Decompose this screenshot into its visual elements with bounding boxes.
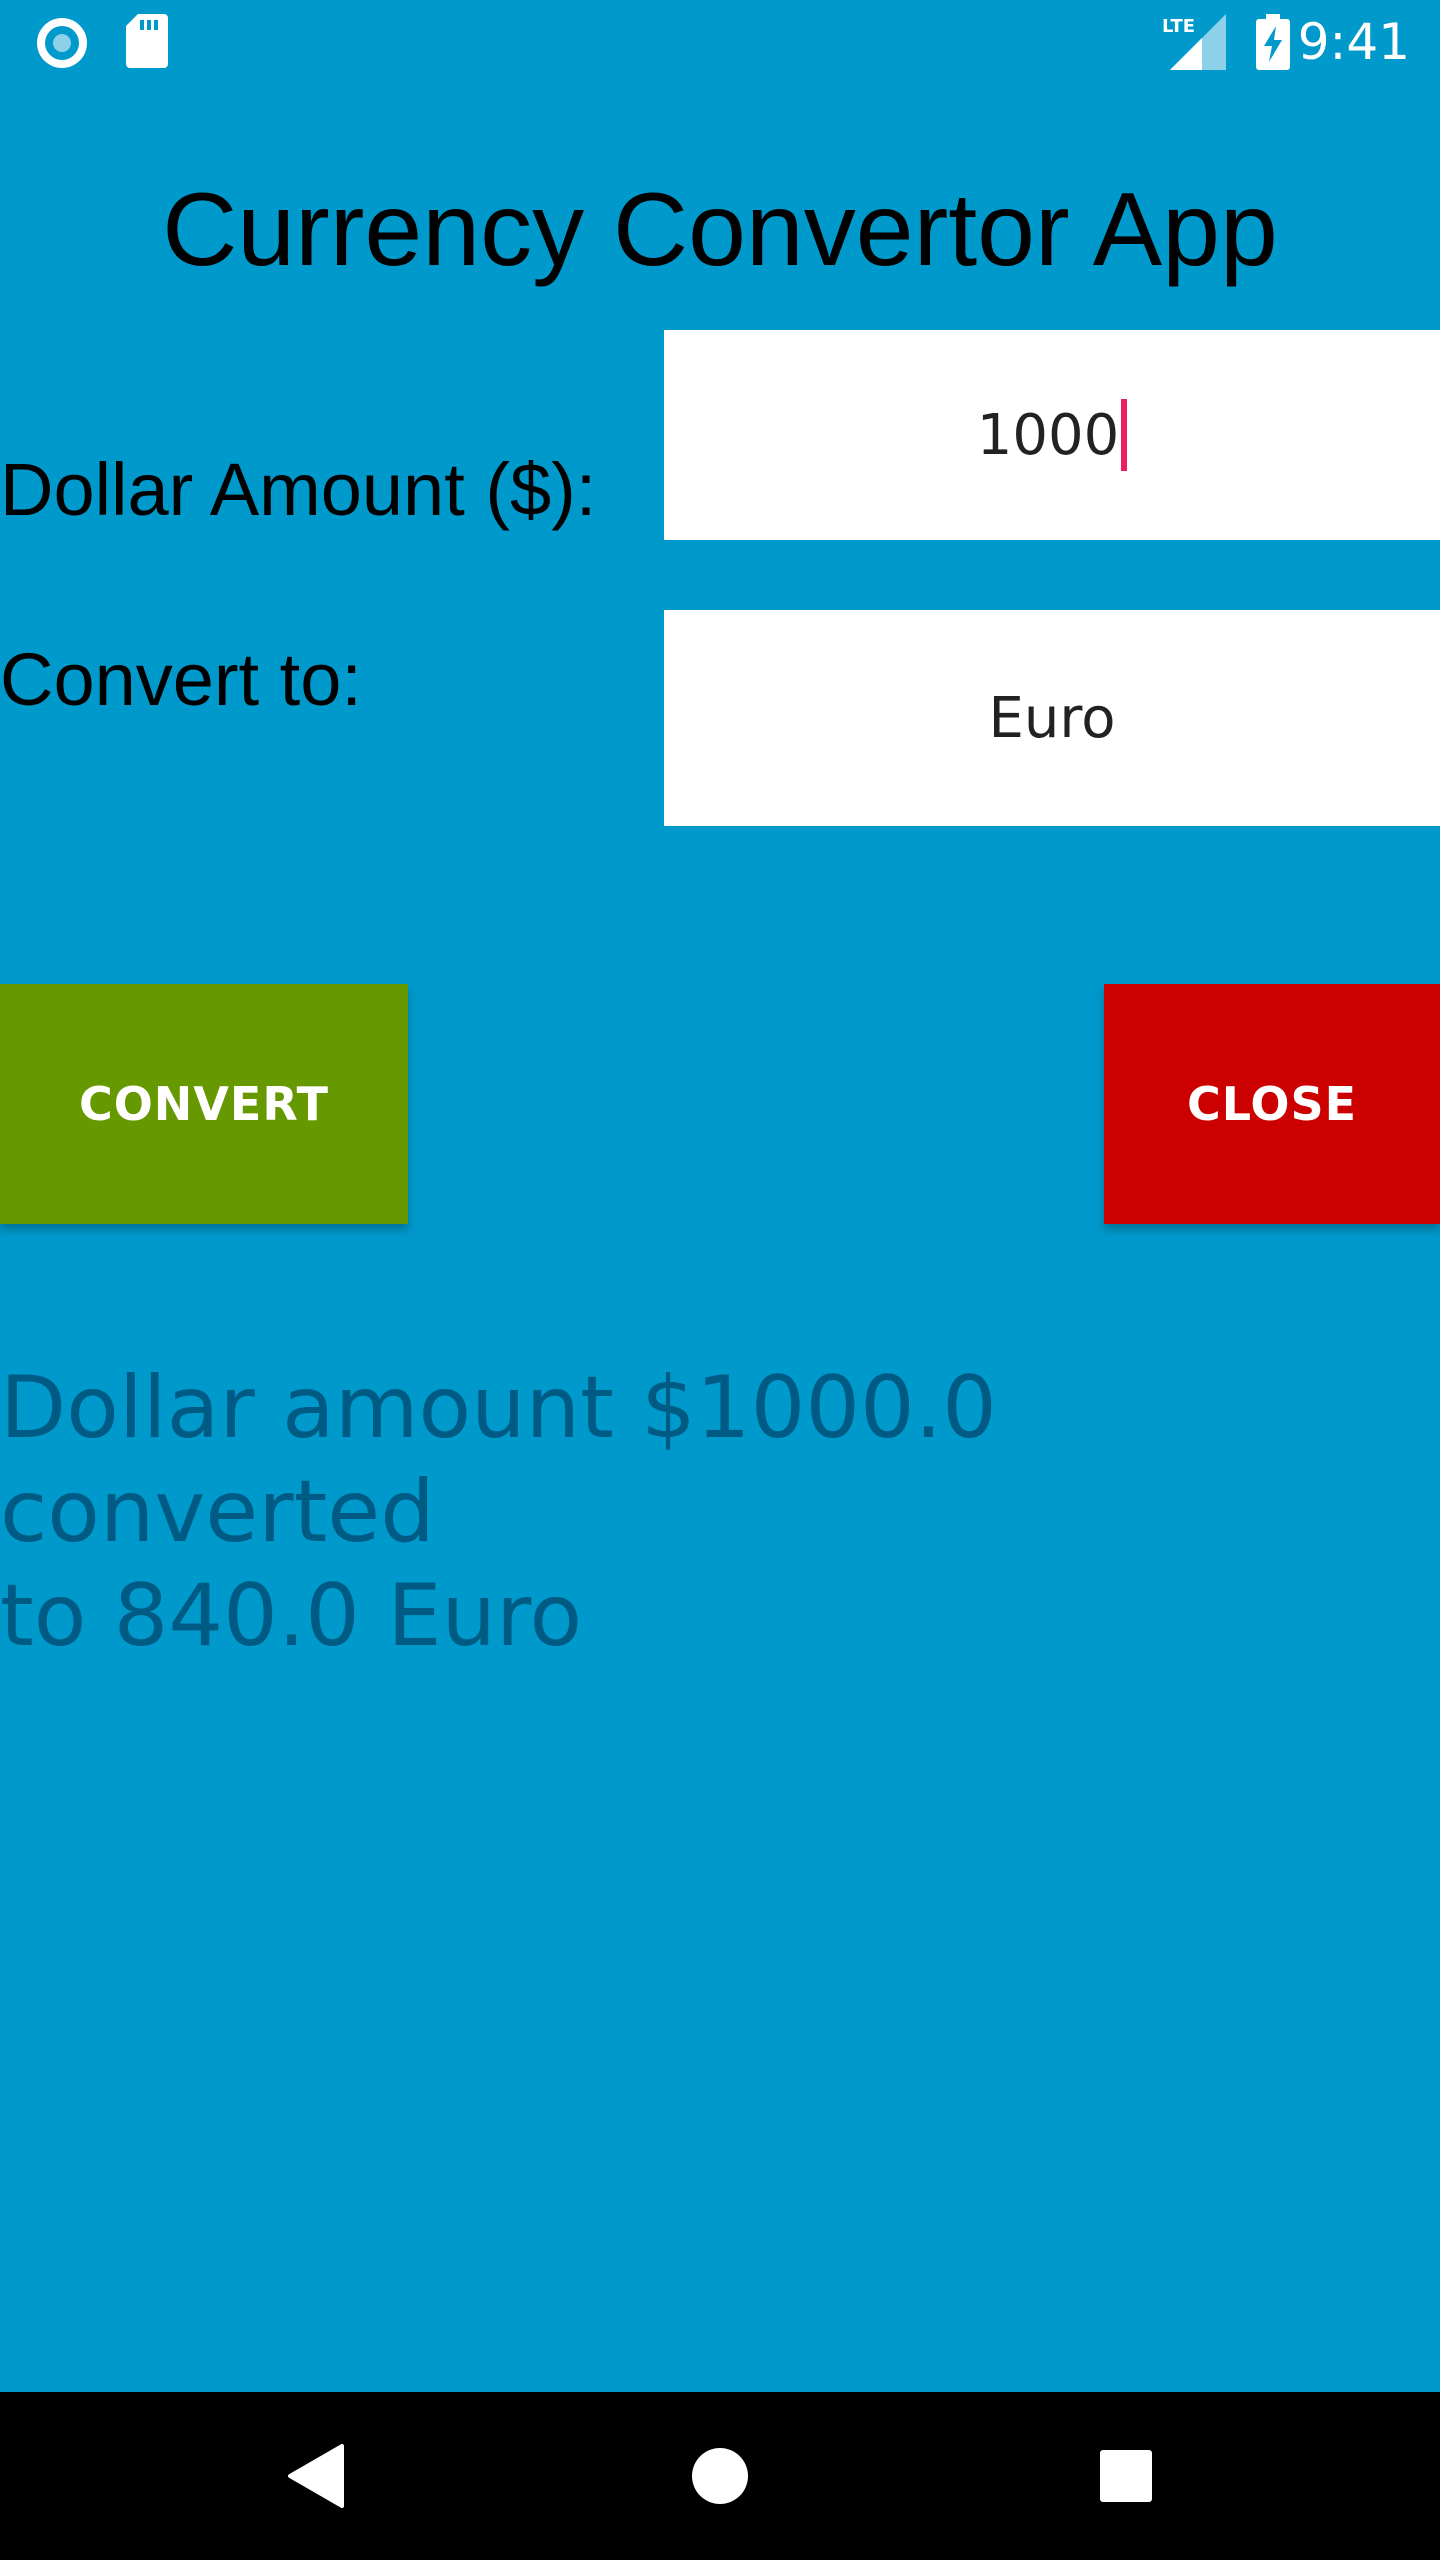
back-icon[interactable] (276, 2436, 356, 2516)
sd-card-icon (126, 14, 168, 68)
currency-select[interactable]: Euro (664, 610, 1440, 826)
clock: 9:41 (1297, 13, 1410, 71)
battery-charging-icon (1256, 14, 1290, 70)
home-icon[interactable] (680, 2436, 760, 2516)
currency-selected-value: Euro (988, 685, 1116, 751)
result-line-2: to 840.0 Euro (0, 1566, 583, 1666)
dollar-amount-value: 1000 (976, 402, 1120, 468)
status-bar: LTE 9:41 (0, 0, 1440, 84)
lte-label: LTE (1162, 16, 1195, 37)
recents-icon[interactable] (1086, 2436, 1166, 2516)
sync-icon (36, 17, 88, 69)
dollar-amount-input[interactable]: 1000 (664, 330, 1440, 540)
convert-button[interactable]: CONVERT (0, 984, 408, 1224)
lte-signal-icon: LTE (1162, 14, 1226, 70)
text-cursor (1121, 399, 1128, 471)
navigation-bar (0, 2392, 1440, 2560)
result-line-1: Dollar amount $1000.0 converted (0, 1358, 997, 1562)
page-title: Currency Convertor App (162, 172, 1278, 288)
convert-to-label: Convert to: (0, 638, 362, 721)
dollar-amount-label: Dollar Amount ($): (0, 448, 597, 531)
conversion-result: Dollar amount $1000.0 converted to 840.0… (0, 1356, 1400, 1668)
close-button[interactable]: CLOSE (1104, 984, 1440, 1224)
